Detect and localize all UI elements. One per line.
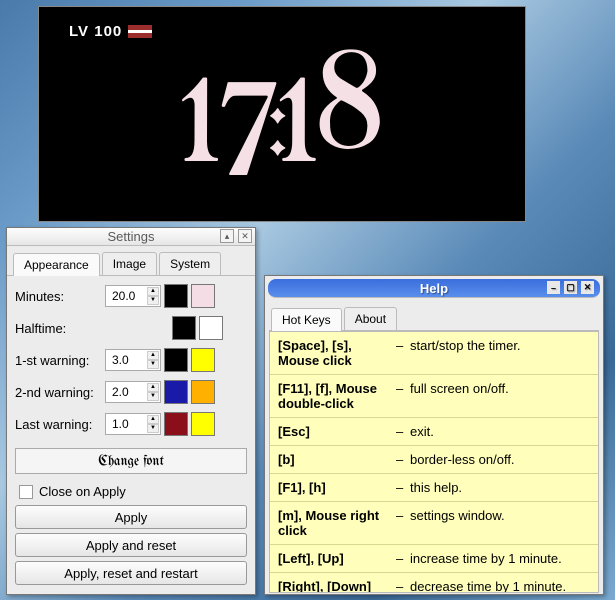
help-row: [m], Mouse right click–settings window. bbox=[270, 502, 598, 545]
chevron-down-icon[interactable]: ▼ bbox=[147, 360, 159, 369]
chevron-down-icon[interactable]: ▼ bbox=[147, 424, 159, 433]
help-titlebar[interactable]: Help – ▢ ✕ bbox=[268, 279, 600, 298]
minutes-spinner[interactable]: 20.0▲▼ bbox=[105, 285, 161, 307]
hotkey-desc: increase time by 1 minute. bbox=[410, 551, 590, 566]
warn2-color-a[interactable] bbox=[164, 380, 188, 404]
hotkey: [b] bbox=[278, 452, 396, 467]
warnlast-label: Last warning: bbox=[15, 417, 105, 432]
tab-image[interactable]: Image bbox=[102, 252, 157, 275]
chevron-up-icon[interactable]: ▲ bbox=[147, 415, 159, 424]
warnlast-color-a[interactable] bbox=[164, 412, 188, 436]
hotkey-desc: settings window. bbox=[410, 508, 590, 523]
help-content[interactable]: [Space], [s], Mouse click–start/stop the… bbox=[269, 331, 599, 593]
hotkey: [Right], [Down] bbox=[278, 579, 396, 593]
hotkey: [Left], [Up] bbox=[278, 551, 396, 566]
help-row: [F1], [h]–this help. bbox=[270, 474, 598, 502]
row-warnlast: Last warning: 1.0▲▼ bbox=[15, 412, 247, 436]
hotkey: [F1], [h] bbox=[278, 480, 396, 495]
help-row: [Right], [Down]–decrease time by 1 minut… bbox=[270, 573, 598, 593]
help-title: Help bbox=[420, 281, 448, 296]
close-on-apply-checkbox[interactable] bbox=[19, 485, 33, 499]
close-on-apply-row[interactable]: Close on Apply bbox=[15, 484, 247, 499]
help-row: [Left], [Up]–increase time by 1 minute. bbox=[270, 545, 598, 573]
dash: – bbox=[396, 381, 410, 396]
warn1-label: 1-st warning: bbox=[15, 353, 105, 368]
hotkey-desc: this help. bbox=[410, 480, 590, 495]
settings-titlebar[interactable]: Settings ▴ ✕ bbox=[7, 228, 255, 246]
tab-about[interactable]: About bbox=[344, 307, 397, 330]
apply-reset-button[interactable]: Apply and reset bbox=[15, 533, 247, 557]
hotkey: [F11], [f], Mouse double-click bbox=[278, 381, 396, 411]
flag-icon bbox=[128, 25, 152, 38]
dash: – bbox=[396, 452, 410, 467]
collapse-icon[interactable]: ▴ bbox=[220, 229, 234, 243]
row-minutes: Minutes: 20.0▲▼ bbox=[15, 284, 247, 308]
chevron-up-icon[interactable]: ▲ bbox=[147, 383, 159, 392]
change-font-button[interactable]: Change font bbox=[15, 448, 247, 474]
halftime-color-a[interactable] bbox=[172, 316, 196, 340]
maximize-icon[interactable]: ▢ bbox=[564, 281, 577, 294]
chevron-down-icon[interactable]: ▼ bbox=[147, 296, 159, 305]
tab-appearance[interactable]: Appearance bbox=[13, 253, 100, 276]
dash: – bbox=[396, 508, 410, 523]
chevron-up-icon[interactable]: ▲ bbox=[147, 351, 159, 360]
dash: – bbox=[396, 424, 410, 439]
logo-text: LV 100 bbox=[69, 23, 122, 40]
close-icon[interactable]: ✕ bbox=[581, 281, 594, 294]
warn1-color-b[interactable] bbox=[191, 348, 215, 372]
chevron-down-icon[interactable]: ▼ bbox=[147, 392, 159, 401]
clock-panel[interactable]: LV 100 17:18 bbox=[38, 6, 526, 222]
hotkey-desc: full screen on/off. bbox=[410, 381, 590, 396]
row-warn2: 2-nd warning: 2.0▲▼ bbox=[15, 380, 247, 404]
hotkey-desc: border-less on/off. bbox=[410, 452, 590, 467]
hotkey: [m], Mouse right click bbox=[278, 508, 396, 538]
tab-system[interactable]: System bbox=[159, 252, 221, 275]
dash: – bbox=[396, 551, 410, 566]
minutes-color-a[interactable] bbox=[164, 284, 188, 308]
apply-button[interactable]: Apply bbox=[15, 505, 247, 529]
hotkey-desc: start/stop the timer. bbox=[410, 338, 590, 353]
warn2-spinner[interactable]: 2.0▲▼ bbox=[105, 381, 161, 403]
minimize-icon[interactable]: – bbox=[547, 281, 560, 294]
dash: – bbox=[396, 579, 410, 593]
warn1-spinner[interactable]: 3.0▲▼ bbox=[105, 349, 161, 371]
help-row: [Esc]–exit. bbox=[270, 418, 598, 446]
settings-window: Settings ▴ ✕ Appearance Image System Min… bbox=[6, 227, 256, 595]
dash: – bbox=[396, 480, 410, 495]
row-halftime: Halftime: bbox=[15, 316, 247, 340]
help-row: [F11], [f], Mouse double-click–full scre… bbox=[270, 375, 598, 418]
warn2-label: 2-nd warning: bbox=[15, 385, 105, 400]
apply-reset-restart-button[interactable]: Apply, reset and restart bbox=[15, 561, 247, 585]
minutes-color-b[interactable] bbox=[191, 284, 215, 308]
hotkey-desc: decrease time by 1 minute. bbox=[410, 579, 590, 593]
halftime-color-b[interactable] bbox=[199, 316, 223, 340]
help-row: [Space], [s], Mouse click–start/stop the… bbox=[270, 332, 598, 375]
halftime-label: Halftime: bbox=[15, 321, 105, 336]
help-tabs: Hot Keys About bbox=[269, 305, 599, 331]
warnlast-color-b[interactable] bbox=[191, 412, 215, 436]
hotkey: [Esc] bbox=[278, 424, 396, 439]
settings-tabs: Appearance Image System bbox=[7, 246, 255, 276]
warn1-color-a[interactable] bbox=[164, 348, 188, 372]
hotkey: [Space], [s], Mouse click bbox=[278, 338, 396, 368]
hotkey-desc: exit. bbox=[410, 424, 590, 439]
help-row: [b]–border-less on/off. bbox=[270, 446, 598, 474]
warnlast-spinner[interactable]: 1.0▲▼ bbox=[105, 413, 161, 435]
clock-time: 17:18 bbox=[39, 53, 525, 195]
clock-logo: LV 100 bbox=[69, 23, 152, 40]
tab-hotkeys[interactable]: Hot Keys bbox=[271, 308, 342, 331]
row-warn1: 1-st warning: 3.0▲▼ bbox=[15, 348, 247, 372]
close-icon[interactable]: ✕ bbox=[238, 229, 252, 243]
settings-title: Settings bbox=[108, 229, 155, 244]
close-on-apply-label: Close on Apply bbox=[39, 484, 126, 499]
dash: – bbox=[396, 338, 410, 353]
help-window: Help – ▢ ✕ Hot Keys About [Space], [s], … bbox=[264, 275, 604, 595]
minutes-label: Minutes: bbox=[15, 289, 105, 304]
chevron-up-icon[interactable]: ▲ bbox=[147, 287, 159, 296]
warn2-color-b[interactable] bbox=[191, 380, 215, 404]
